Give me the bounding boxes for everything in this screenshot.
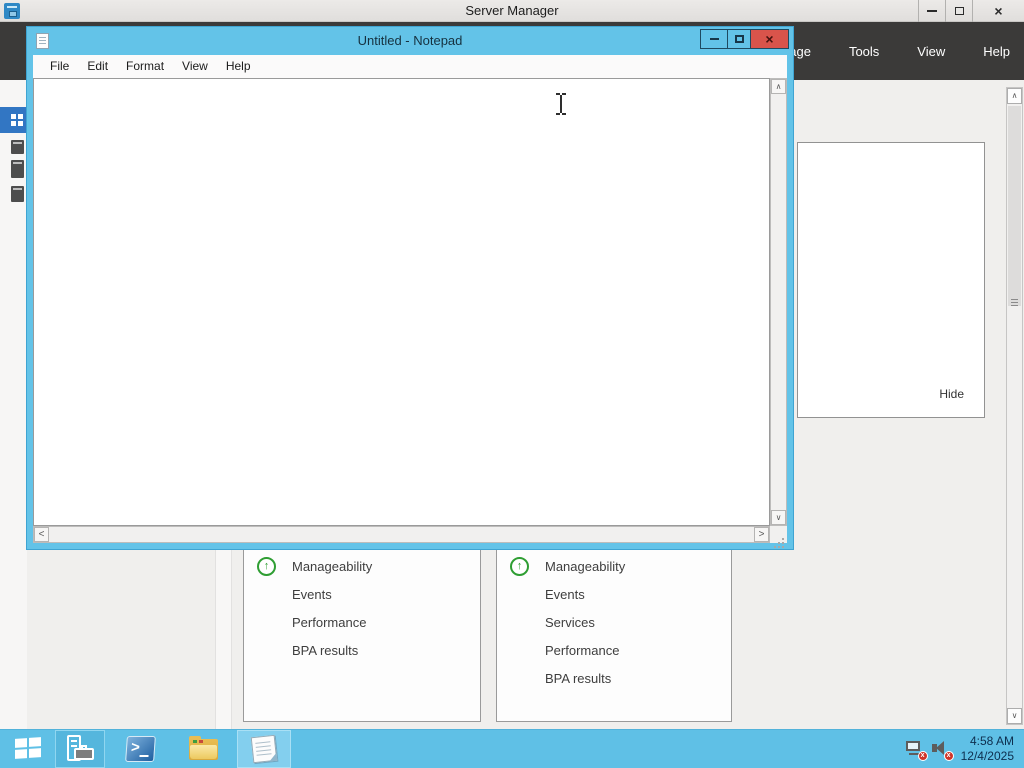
close-button[interactable]: × (972, 0, 1024, 22)
volume-muted-icon[interactable]: x (931, 740, 954, 761)
tile-row-bpa-results[interactable]: BPA results (244, 640, 480, 660)
clock-time: 4:58 AM (969, 734, 1014, 748)
close-button[interactable]: × (751, 30, 788, 48)
error-badge-icon: x (943, 751, 954, 761)
windows-logo-icon (14, 737, 41, 761)
minimize-button[interactable] (701, 30, 728, 48)
chevron-right-icon: > (758, 529, 765, 540)
maximize-icon (734, 35, 744, 43)
menu-format[interactable]: Format (117, 55, 173, 78)
restore-icon (954, 4, 969, 15)
hide-link[interactable]: Hide (939, 387, 964, 401)
server-manager-app-icon (4, 3, 20, 19)
notepad-icon (250, 734, 278, 764)
horizontal-scrollbar[interactable]: < > (33, 526, 770, 543)
taskbar-powershell-button[interactable]: > (112, 730, 168, 768)
menu-view[interactable]: View (917, 44, 945, 59)
restore-button[interactable] (945, 0, 972, 22)
menu-edit[interactable]: Edit (78, 55, 117, 78)
menu-file[interactable]: File (41, 55, 78, 78)
folder-icon (189, 736, 219, 762)
scroll-down-button[interactable]: ∨ (771, 510, 786, 525)
menu-help[interactable]: Help (217, 55, 260, 78)
scroll-right-button[interactable]: > (754, 527, 769, 542)
tile-row-performance[interactable]: Performance (244, 612, 480, 632)
scroll-up-button[interactable]: ∧ (1007, 88, 1022, 104)
resize-grip[interactable] (770, 526, 787, 543)
vertical-scrollbar[interactable]: ∧ ∨ (770, 78, 787, 526)
notepad-menubar: File Edit Format View Help (33, 55, 787, 78)
menu-tools[interactable]: Tools (849, 44, 879, 59)
status-up-icon: ↑ (510, 556, 529, 576)
notepad-client-area: File Edit Format View Help ∧ ∨ < > (33, 55, 787, 543)
welcome-panel: Hide (797, 142, 985, 418)
taskbar-file-explorer-button[interactable] (176, 730, 232, 768)
sidebar-item-icon[interactable] (11, 140, 24, 154)
server-manager-icon (65, 735, 95, 763)
chevron-up-icon: ∧ (775, 82, 782, 91)
server-manager-sidebar (0, 80, 27, 729)
dashboard-icon (11, 114, 23, 126)
sidebar-item-selected[interactable] (0, 107, 27, 133)
chevron-down-icon: ∨ (1011, 711, 1018, 720)
chevron-up-icon: ∧ (1011, 91, 1018, 100)
taskbar: > x x 4:58 AM 12/4/2025 (0, 729, 1024, 768)
scrollbar-thumb[interactable] (1008, 106, 1021, 306)
minimize-icon (709, 38, 719, 40)
taskbar-server-manager-button[interactable] (55, 730, 105, 768)
tile-row-events[interactable]: Events (497, 584, 731, 604)
minimize-icon (927, 10, 937, 12)
notepad-textarea[interactable] (33, 78, 770, 526)
chevron-down-icon: ∨ (775, 513, 782, 522)
server-manager-menu: Manage Tools View Help (764, 22, 1010, 80)
menu-view[interactable]: View (173, 55, 217, 78)
sidebar-item-icon[interactable] (11, 160, 24, 178)
notepad-window-controls: × (700, 29, 789, 49)
tile-row-manageability[interactable]: ↑ Manageability (244, 556, 480, 576)
close-icon: × (765, 31, 774, 47)
server-manager-title: Server Manager (465, 3, 559, 18)
tile-row-bpa-results[interactable]: BPA results (497, 668, 731, 688)
notepad-window: Untitled - Notepad × File Edit Format Vi… (26, 26, 794, 550)
server-manager-window-controls: × (918, 0, 1024, 22)
notepad-title: Untitled - Notepad (357, 33, 463, 48)
clock-date: 12/4/2025 (960, 749, 1014, 763)
notepad-titlebar[interactable]: Untitled - Notepad × (27, 27, 793, 55)
close-icon: × (994, 3, 1003, 19)
status-up-icon: ↑ (257, 556, 276, 576)
tile-row-events[interactable]: Events (244, 584, 480, 604)
maximize-button[interactable] (728, 30, 751, 48)
ibeam-cursor (555, 93, 567, 115)
sidebar-item-icon[interactable] (11, 186, 24, 202)
tile-row-performance[interactable]: Performance (497, 640, 731, 660)
server-manager-titlebar[interactable]: Server Manager × (0, 0, 1024, 22)
scroll-down-button[interactable]: ∨ (1007, 708, 1022, 724)
error-badge-icon: x (917, 751, 928, 761)
tile-row-services[interactable]: Services (497, 612, 731, 632)
grip-icon (1011, 299, 1018, 300)
start-button[interactable] (0, 730, 55, 768)
menu-help[interactable]: Help (983, 44, 1010, 59)
taskbar-clock[interactable]: 4:58 AM 12/4/2025 (961, 734, 1014, 764)
taskbar-notepad-button[interactable] (237, 730, 291, 768)
powershell-icon: > (124, 736, 156, 762)
vertical-scrollbar[interactable]: ∧ ∨ (1006, 87, 1023, 725)
scroll-up-button[interactable]: ∧ (771, 79, 786, 94)
network-disconnected-icon[interactable]: x (905, 740, 928, 761)
scroll-left-button[interactable]: < (34, 527, 49, 542)
tile-row-manageability[interactable]: ↑ Manageability (497, 556, 731, 576)
minimize-button[interactable] (918, 0, 945, 22)
notepad-app-icon (36, 33, 49, 49)
system-tray: x x 4:58 AM 12/4/2025 (905, 730, 1024, 768)
chevron-left-icon: < (38, 529, 45, 540)
